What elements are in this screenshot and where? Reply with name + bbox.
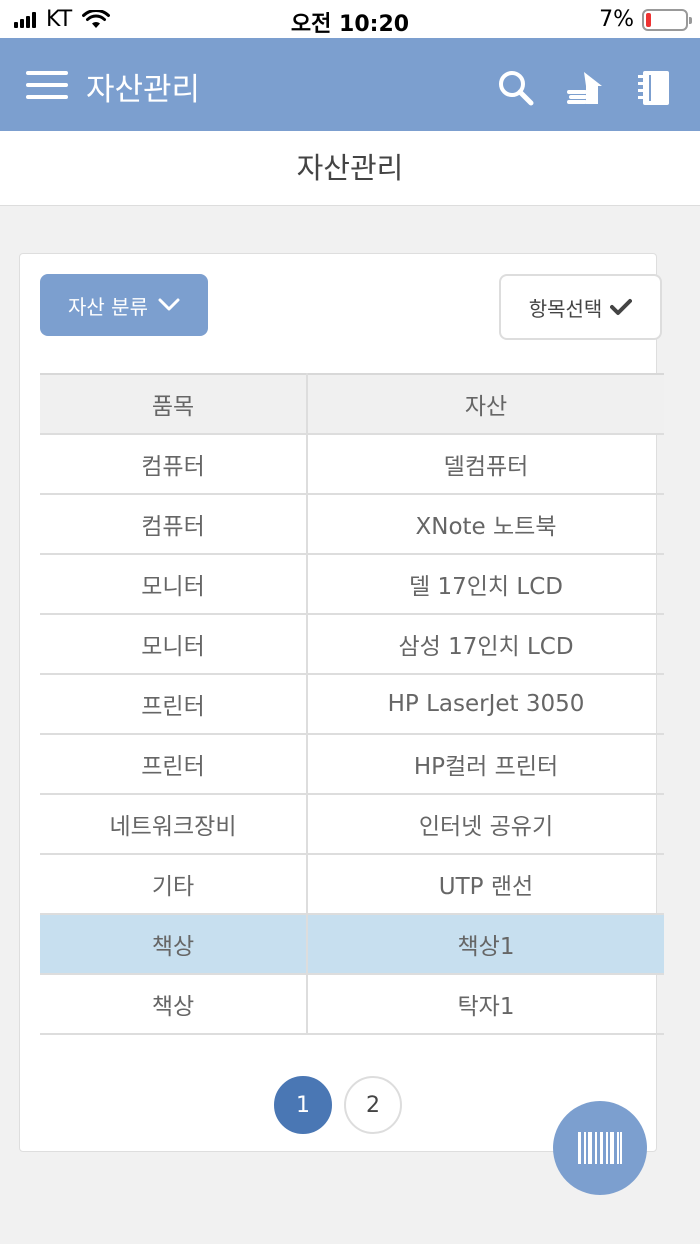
status-right: 7%: [599, 7, 692, 32]
cell-item: 모니터: [40, 553, 308, 615]
barcode-icon: [578, 1132, 622, 1164]
cell-asset: HP LaserJet 3050: [307, 673, 664, 735]
asset-table: 품목 자산 컴퓨터 델컴퓨터 컴퓨터 XNote 노트북 모니터 델 17인치 …: [40, 373, 664, 1035]
cell-item: 컴퓨터: [40, 493, 308, 555]
table-row[interactable]: 네트워크장비 인터넷 공유기: [40, 793, 664, 855]
page-header: 자산관리: [0, 131, 700, 206]
cell-item: 프린터: [40, 733, 308, 795]
cell-item: 컴퓨터: [40, 433, 308, 495]
checkmark-icon: [610, 299, 633, 315]
cell-asset: XNote 노트북: [307, 493, 664, 555]
page-button-2[interactable]: 2: [344, 1076, 402, 1134]
table-row[interactable]: 컴퓨터 델컴퓨터: [40, 433, 664, 495]
cell-asset: 델컴퓨터: [307, 433, 664, 495]
select-items-button[interactable]: 항목선택: [499, 274, 662, 340]
status-bar: KT 오전 10:20 7%: [0, 0, 700, 38]
table-row[interactable]: 컴퓨터 XNote 노트북: [40, 493, 664, 555]
column-header-asset: 자산: [307, 373, 664, 435]
cell-item: 네트워크장비: [40, 793, 308, 855]
cell-asset: 델 17인치 LCD: [307, 553, 664, 615]
category-button-label: 자산 분류: [68, 294, 148, 319]
battery-percent: 7%: [599, 7, 634, 32]
table-row[interactable]: 책상 탁자1: [40, 973, 664, 1035]
cell-asset: 삼성 17인치 LCD: [307, 613, 664, 675]
app-title: 자산관리: [86, 72, 201, 108]
cell-asset: UTP 랜선: [307, 853, 664, 915]
cell-asset: 책상1: [307, 913, 664, 975]
table-row[interactable]: 모니터 델 17인치 LCD: [40, 553, 664, 615]
table-row[interactable]: 프린터 HP컬러 프린터: [40, 733, 664, 795]
table-header-row: 품목 자산: [40, 373, 664, 435]
notebook-icon[interactable]: [634, 68, 674, 108]
cell-item: 기타: [40, 853, 308, 915]
chevron-down-icon: [158, 298, 180, 311]
cell-item: 모니터: [40, 613, 308, 675]
cell-item: 책상: [40, 973, 308, 1035]
menu-icon[interactable]: [26, 71, 68, 99]
category-dropdown-button[interactable]: 자산 분류: [40, 274, 208, 336]
column-header-item: 품목: [40, 373, 308, 435]
status-time: 오전 10:20: [290, 12, 410, 37]
table-row[interactable]: 기타 UTP 랜선: [40, 853, 664, 915]
page-title: 자산관리: [296, 151, 404, 185]
cell-item: 책상: [40, 913, 308, 975]
cell-asset: HP컬러 프린터: [307, 733, 664, 795]
cell-asset: 탁자1: [307, 973, 664, 1035]
page-button-1[interactable]: 1: [274, 1076, 332, 1134]
barcode-scan-button[interactable]: [553, 1101, 647, 1195]
search-icon[interactable]: [496, 68, 536, 108]
app-bar: 자산관리: [0, 38, 700, 131]
battery-icon: [642, 8, 692, 31]
asset-card: 자산 분류 항목선택 품목 자산 컴퓨터 델컴퓨터 컴퓨터 XNote 노트북: [19, 253, 664, 1152]
table-row[interactable]: 모니터 삼성 17인치 LCD: [40, 613, 664, 675]
home-stack-icon[interactable]: [564, 68, 604, 108]
cell-item: 프린터: [40, 673, 308, 735]
cell-asset: 인터넷 공유기: [307, 793, 664, 855]
table-row-selected[interactable]: 책상 책상1: [40, 913, 664, 975]
select-button-label: 항목선택: [528, 296, 603, 321]
table-row[interactable]: 프린터 HP LaserJet 3050: [40, 673, 664, 735]
